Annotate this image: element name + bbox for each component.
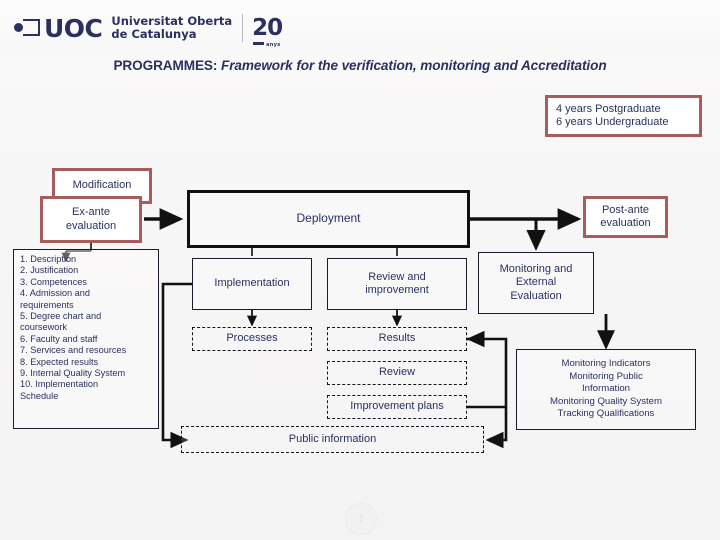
slide: UOC Universitat Oberta de Catalunya 20 a… bbox=[0, 0, 720, 540]
node-public-information: Public information bbox=[181, 426, 484, 453]
page-number-badge: 7 bbox=[345, 503, 377, 535]
criteria-item: requirements bbox=[20, 299, 74, 310]
node-ex-ante-evaluation: Ex-ante evaluation bbox=[40, 196, 142, 243]
node-results-label: Results bbox=[378, 332, 416, 345]
monitoring-ext-line3: Evaluation bbox=[510, 289, 562, 302]
node-processes: Processes bbox=[192, 327, 312, 351]
criteria-item: 7. Services and resources bbox=[20, 345, 127, 356]
page-title-rest: Framework for the verification, monitori… bbox=[221, 58, 607, 73]
years-line1: 4 years Postgraduate bbox=[556, 102, 661, 115]
node-modification-label: Modification bbox=[72, 179, 132, 192]
criteria-item: 4. Admission and bbox=[20, 288, 90, 299]
criteria-item: 3. Competences bbox=[20, 276, 87, 287]
indicators-line4: Monitoring Quality System bbox=[550, 395, 662, 407]
criteria-item: 8. Expected results bbox=[20, 356, 99, 367]
node-review-label: Review bbox=[378, 366, 416, 379]
page-title-prefix: PROGRAMMES: bbox=[113, 58, 218, 73]
ex-ante-line2: evaluation bbox=[65, 219, 117, 232]
criteria-item: 6. Faculty and staff bbox=[20, 333, 98, 344]
monitoring-ext-line2: External bbox=[515, 276, 557, 289]
node-post-ante-evaluation: Post-ante evaluation bbox=[583, 196, 668, 238]
logo-university-line2: de Catalunya bbox=[111, 27, 197, 41]
node-implementation: Implementation bbox=[192, 258, 312, 310]
criteria-item: 5. Degree chart and bbox=[20, 311, 102, 322]
node-public-information-label: Public information bbox=[288, 432, 377, 445]
indicators-line2: Monitoring Public bbox=[569, 370, 643, 382]
node-deployment-label: Deployment bbox=[296, 211, 361, 226]
node-deployment: Deployment bbox=[187, 190, 470, 248]
criteria-item: Schedule bbox=[20, 390, 59, 401]
review-improve-line1: Review and bbox=[368, 270, 426, 283]
anniversary-number: 20 bbox=[252, 14, 283, 41]
post-ante-line2: evaluation bbox=[600, 217, 651, 229]
monitoring-ext-line1: Monitoring and bbox=[499, 262, 573, 275]
indicators-line1: Monitoring Indicators bbox=[561, 358, 651, 370]
indicators-line3: Information bbox=[582, 383, 630, 395]
page-number: 7 bbox=[358, 513, 364, 525]
anniversary-label: anys bbox=[266, 41, 281, 48]
anniversary-label-wrap: anys bbox=[253, 41, 281, 48]
criteria-item: 10. Implementation bbox=[20, 379, 99, 390]
years-line2: 6 years Undergraduate bbox=[556, 116, 669, 128]
criteria-item: 1. Description bbox=[20, 254, 77, 264]
node-monitoring-external-evaluation: Monitoring and External Evaluation bbox=[478, 252, 594, 314]
node-monitoring-indicators: Monitoring Indicators Monitoring Public … bbox=[516, 349, 696, 430]
node-processes-label: Processes bbox=[226, 332, 278, 345]
page-title: PROGRAMMES: Framework for the verificati… bbox=[0, 58, 720, 73]
uoc-square-dot-mark-icon bbox=[14, 19, 40, 37]
node-improvement-plans-label: Improvement plans bbox=[350, 400, 444, 413]
header-band: UOC Universitat Oberta de Catalunya 20 a… bbox=[0, 0, 720, 55]
indicators-line5: Tracking Qualifications bbox=[557, 408, 655, 420]
logo-acronym: UOC bbox=[44, 13, 103, 43]
uoc-logo: UOC Universitat Oberta de Catalunya 20 a… bbox=[14, 10, 283, 47]
logo-university-name: Universitat Oberta de Catalunya bbox=[111, 15, 232, 41]
post-ante-line1: Post-ante bbox=[601, 203, 650, 216]
node-review-and-improvement: Review and improvement bbox=[327, 258, 467, 310]
review-improve-line2: improvement bbox=[365, 284, 429, 296]
logo-divider bbox=[242, 14, 244, 42]
ex-ante-line1: Ex-ante bbox=[72, 206, 110, 218]
node-review: Review bbox=[327, 361, 467, 385]
node-implementation-label: Implementation bbox=[214, 277, 290, 290]
criteria-list-box: 1. Description 2. Justification 3. Compe… bbox=[13, 249, 159, 429]
node-results: Results bbox=[327, 327, 467, 351]
node-improvement-plans: Improvement plans bbox=[327, 395, 467, 419]
criteria-item: 2. Justification bbox=[20, 265, 79, 276]
criteria-item: coursework bbox=[20, 322, 67, 333]
anniversary-mark: 20 anys bbox=[252, 14, 283, 47]
years-callout: 4 years Postgraduate 6 years Undergradua… bbox=[545, 95, 702, 137]
criteria-item: 9. Internal Quality System bbox=[20, 368, 126, 379]
